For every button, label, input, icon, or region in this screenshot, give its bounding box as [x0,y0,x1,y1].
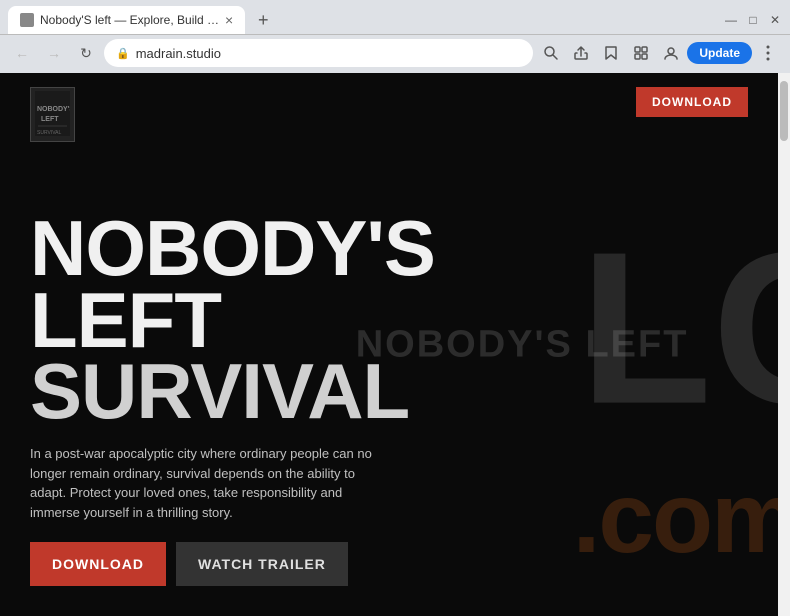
download-cta-button[interactable]: DOWNLOAD [30,542,166,586]
browser-chrome: Nobody'S left — Explore, Build … × + — □… [0,0,790,73]
minimize-button[interactable]: — [724,13,738,27]
toolbar-icons: Update [537,39,782,67]
maximize-button[interactable]: □ [746,13,760,27]
cta-buttons: DOWNLOAD WATCH TRAILER [30,542,435,586]
scrollbar-thumb[interactable] [780,81,788,141]
bookmark-icon[interactable] [597,39,625,67]
extension-icon[interactable] [627,39,655,67]
close-button[interactable]: ✕ [768,13,782,27]
address-bar-row: ← → ↻ 🔒 madrain.studio [0,35,790,73]
title-block: NOBODY'S LEFT SURVIVAL [30,213,435,428]
main-content: NOBODY'S LEFT SURVIVAL In a post-war apo… [30,213,435,586]
back-button[interactable]: ← [8,39,36,67]
tab-close-button[interactable]: × [225,13,233,27]
update-button[interactable]: Update [687,42,752,64]
browser-viewport: LC .com NOBODY'S LEFT SURVIVAL D [0,73,790,616]
search-icon[interactable] [537,39,565,67]
svg-text:LC: LC [580,206,778,445]
scrollbar[interactable] [778,73,790,616]
refresh-button[interactable]: ↻ [72,39,100,67]
description-text: In a post-war apocalyptic city where ord… [30,444,390,522]
title-line-3: SURVIVAL [30,356,435,428]
title-line-2: LEFT [30,285,435,357]
download-top-button[interactable]: DOWNLOAD [636,87,748,117]
game-logo: NOBODY'S LEFT SURVIVAL [30,87,75,142]
game-logo-text: NOBODY'S LEFT SURVIVAL [35,91,70,139]
tab-title: Nobody'S left — Explore, Build … [40,13,219,27]
window-controls: — □ ✕ [724,13,782,27]
profile-icon[interactable] [657,39,685,67]
com-watermark: .com [573,461,778,576]
svg-text:LEFT: LEFT [41,116,59,123]
browser-menu-button[interactable] [754,39,782,67]
url-text: madrain.studio [136,46,522,61]
tabs-area: Nobody'S left — Explore, Build … × + [8,6,277,34]
watch-trailer-button[interactable]: WATCH TRAILER [176,542,348,586]
lock-icon: 🔒 [116,47,130,60]
forward-button[interactable]: → [40,39,68,67]
page-content: LC .com NOBODY'S LEFT SURVIVAL D [0,73,778,616]
active-tab[interactable]: Nobody'S left — Explore, Build … × [8,6,245,34]
title-bar: Nobody'S left — Explore, Build … × + — □… [0,0,790,34]
new-tab-button[interactable]: + [249,6,277,34]
title-line-1: NOBODY'S [30,213,435,285]
logo-watermark: LC [578,186,778,451]
website: LC .com NOBODY'S LEFT SURVIVAL D [0,73,778,616]
address-bar[interactable]: 🔒 madrain.studio [104,39,533,67]
share-icon[interactable] [567,39,595,67]
svg-text:SURVIVAL: SURVIVAL [37,130,61,136]
svg-text:NOBODY'S: NOBODY'S [37,106,70,113]
tab-favicon [20,13,34,27]
